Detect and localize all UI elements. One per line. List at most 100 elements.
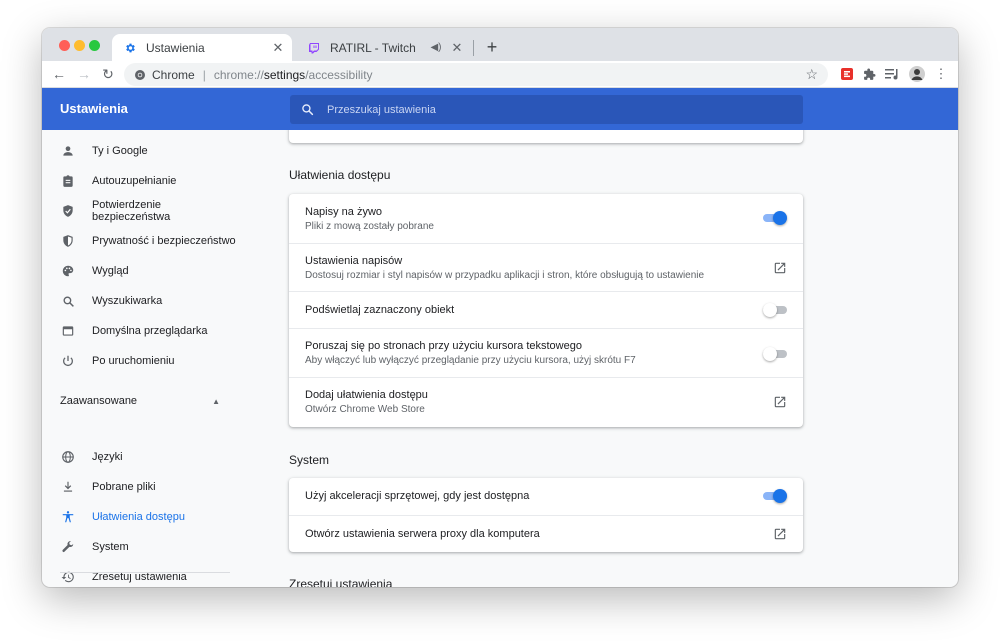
caret-browsing-row[interactable]: Poruszaj się po stronach przy użyciu kur… xyxy=(289,328,803,377)
previous-section-card xyxy=(289,130,803,143)
forward-icon[interactable]: → xyxy=(75,65,93,83)
avatar[interactable] xyxy=(908,65,926,83)
shield-check-icon xyxy=(60,203,76,219)
page-title: Ustawienia xyxy=(60,101,128,116)
sidebar-item-search-engine[interactable]: Wyszukiwarka xyxy=(42,287,242,315)
toggle-knob xyxy=(763,347,777,361)
sidebar-item-on-startup[interactable]: Po uruchomieniu xyxy=(42,347,242,375)
url-host: settings xyxy=(263,67,306,82)
sidebar-item-label: Po uruchomieniu xyxy=(92,355,175,367)
sidebar-item-downloads[interactable]: Pobrane pliki xyxy=(42,473,242,501)
settings-main: Ułatwienia dostępu Napisy na żywo Pliki … xyxy=(242,130,958,587)
sidebar-item-label: Ty i Google xyxy=(92,145,148,157)
row-sublabel: Pliki z mową zostały pobrane xyxy=(305,221,434,232)
highlight-object-row[interactable]: Podświetlaj zaznaczony obiekt xyxy=(289,291,803,328)
minimize-window-button[interactable] xyxy=(74,40,85,51)
menu-kebab-icon[interactable]: ⋮ xyxy=(932,65,950,83)
settings-sidebar: Ty i Google Autouzupełnianie Potwierdzen… xyxy=(42,130,242,587)
sidebar-item-label: Autouzupełnianie xyxy=(92,175,177,187)
extension-red-icon[interactable] xyxy=(838,65,856,83)
row-sublabel: Dostosuj rozmiar i styl napisów w przypa… xyxy=(305,270,705,281)
sidebar-item-privacy[interactable]: Prywatność i bezpieczeństwo xyxy=(42,227,242,255)
section-title-reset: Zresetuj ustawienia xyxy=(289,577,393,587)
open-in-new-icon[interactable] xyxy=(773,261,787,275)
sidebar-item-label: Pobrane pliki xyxy=(92,481,156,493)
close-window-button[interactable] xyxy=(59,40,70,51)
reload-icon[interactable]: ↻ xyxy=(99,65,117,83)
omnibox-divider: | xyxy=(202,67,206,82)
puzzle-icon[interactable] xyxy=(860,65,878,83)
section-title-accessibility: Ułatwienia dostępu xyxy=(289,168,391,182)
chrome-icon xyxy=(134,69,146,81)
new-tab-button[interactable]: + xyxy=(482,37,502,57)
sidebar-advanced-label: Zaawansowane xyxy=(60,395,138,407)
row-label: Dodaj ułatwienia dostępu xyxy=(305,389,428,401)
site-label: Chrome xyxy=(152,67,195,82)
search-icon xyxy=(301,103,315,117)
highlight-object-toggle[interactable] xyxy=(763,303,787,317)
toggle-knob xyxy=(773,489,787,503)
add-accessibility-row[interactable]: Dodaj ułatwienia dostępu Otwórz Chrome W… xyxy=(289,377,803,427)
globe-icon xyxy=(60,449,76,465)
settings-header: Ustawienia xyxy=(42,88,958,130)
row-label: Poruszaj się po stronach przy użyciu kur… xyxy=(305,340,582,352)
proxy-settings-row[interactable]: Otwórz ustawienia serwera proxy dla komp… xyxy=(289,515,803,552)
sidebar-item-default-browser[interactable]: Domyślna przeglądarka xyxy=(42,317,242,345)
accessibility-icon xyxy=(60,509,76,525)
sidebar-item-autofill[interactable]: Autouzupełnianie xyxy=(42,167,242,195)
browser-window: Ustawienia ✕ RATIRL - Twitch ◀) ✕ + ← → … xyxy=(42,28,958,587)
sidebar-item-safety-check[interactable]: Potwierdzenie bezpieczeństwa xyxy=(42,197,242,225)
speaker-icon[interactable]: ◀) xyxy=(429,42,443,53)
caret-browsing-toggle[interactable] xyxy=(763,347,787,361)
row-sublabel: Otwórz Chrome Web Store xyxy=(305,404,425,415)
row-label: Otwórz ustawienia serwera proxy dla komp… xyxy=(305,528,540,540)
bookmark-star-icon[interactable]: ☆ xyxy=(805,66,818,83)
open-in-new-icon[interactable] xyxy=(773,395,787,409)
sidebar-item-languages[interactable]: Języki xyxy=(42,443,242,471)
tab-title: Ustawienia xyxy=(146,40,205,55)
clipboard-icon xyxy=(60,173,76,189)
row-label: Użyj akceleracji sprzętowej, gdy jest do… xyxy=(305,490,530,502)
sidebar-item-system[interactable]: System xyxy=(42,533,242,561)
open-in-new-icon[interactable] xyxy=(773,527,787,541)
settings-search[interactable] xyxy=(290,95,803,124)
browser-icon xyxy=(60,323,76,339)
row-label: Ustawienia napisów xyxy=(305,255,403,267)
wrench-icon xyxy=(60,539,76,555)
tab-settings[interactable]: Ustawienia ✕ xyxy=(112,34,292,61)
sidebar-item-label: Potwierdzenie bezpieczeństwa xyxy=(91,199,171,223)
close-icon[interactable]: ✕ xyxy=(449,40,465,56)
media-queue-icon[interactable] xyxy=(883,65,901,83)
back-icon[interactable]: ← xyxy=(50,65,68,83)
accessibility-card: Napisy na żywo Pliki z mową zostały pobr… xyxy=(289,194,803,427)
sidebar-item-reset[interactable]: Zresetuj ustawienia xyxy=(42,563,242,587)
hardware-acceleration-row[interactable]: Użyj akceleracji sprzętowej, gdy jest do… xyxy=(289,478,803,515)
live-caption-row[interactable]: Napisy na żywo Pliki z mową zostały pobr… xyxy=(289,194,803,243)
tab-title: RATIRL - Twitch xyxy=(330,40,416,55)
sidebar-divider xyxy=(60,572,230,573)
sidebar-item-accessibility[interactable]: Ułatwienia dostępu xyxy=(42,503,242,531)
zoom-window-button[interactable] xyxy=(89,40,100,51)
hardware-acceleration-toggle[interactable] xyxy=(763,489,787,503)
row-label: Podświetlaj zaznaczony obiekt xyxy=(305,304,455,316)
sidebar-item-appearance[interactable]: Wygląd xyxy=(42,257,242,285)
sidebar-item-label: Domyślna przeglądarka xyxy=(92,325,208,337)
caption-settings-row[interactable]: Ustawienia napisów Dostosuj rozmiar i st… xyxy=(289,243,803,291)
close-icon[interactable]: ✕ xyxy=(270,40,286,56)
row-label: Napisy na żywo xyxy=(305,206,383,218)
caret-up-icon: ▲ xyxy=(212,396,220,406)
address-bar[interactable]: Chrome | chrome://settings/accessibility… xyxy=(124,63,828,86)
sidebar-item-you-and-google[interactable]: Ty i Google xyxy=(42,137,242,165)
toggle-knob xyxy=(763,303,777,317)
power-icon xyxy=(60,353,76,369)
tab-twitch[interactable]: RATIRL - Twitch ◀) ✕ xyxy=(296,34,471,61)
section-title-system: System xyxy=(289,453,330,467)
person-icon xyxy=(60,143,76,159)
live-caption-toggle[interactable] xyxy=(763,211,787,225)
twitch-icon xyxy=(306,40,322,56)
sidebar-item-label: System xyxy=(92,541,129,553)
url-scheme: chrome:// xyxy=(213,67,264,82)
sidebar-advanced-toggle[interactable]: Zaawansowane ▲ xyxy=(60,392,220,410)
toggle-knob xyxy=(773,211,787,225)
search-input[interactable] xyxy=(327,103,767,116)
